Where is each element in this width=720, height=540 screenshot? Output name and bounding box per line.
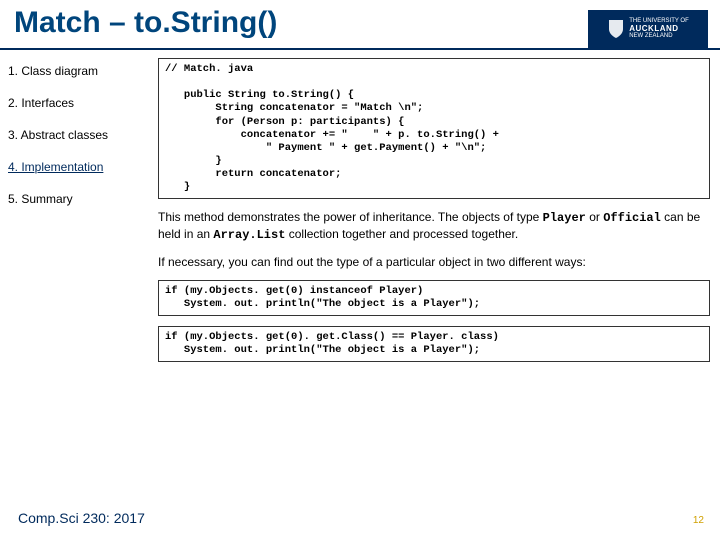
- code-block-1: // Match. java public String to.String()…: [158, 58, 710, 199]
- sidebar-item-class-diagram[interactable]: 1. Class diagram: [0, 60, 150, 92]
- sidebar-item-abstract-classes[interactable]: 3. Abstract classes: [0, 124, 150, 156]
- shield-icon: [607, 18, 625, 40]
- logo-line2: AUCKLAND: [629, 25, 689, 34]
- code-block-2: if (my.Objects. get(0) instanceof Player…: [158, 280, 710, 316]
- main-content: // Match. java public String to.String()…: [158, 58, 710, 372]
- sidebar: 1. Class diagram 2. Interfaces 3. Abstra…: [0, 60, 150, 220]
- code-block-3: if (my.Objects. get(0). get.Class() == P…: [158, 326, 710, 362]
- header: Match – to.String() THE UNIVERSITY OF AU…: [0, 0, 720, 52]
- logo-line3: NEW ZEALAND: [629, 33, 689, 40]
- slide-title: Match – to.String(): [14, 6, 277, 40]
- sidebar-item-implementation[interactable]: 4. Implementation: [0, 156, 150, 188]
- sidebar-item-interfaces[interactable]: 2. Interfaces: [0, 92, 150, 124]
- footer-course: Comp.Sci 230: 2017: [18, 510, 145, 526]
- header-divider: [0, 48, 720, 50]
- university-logo: THE UNIVERSITY OF AUCKLAND NEW ZEALAND: [588, 10, 708, 48]
- sidebar-item-summary[interactable]: 5. Summary: [0, 188, 150, 220]
- slide-number: 12: [693, 515, 704, 526]
- paragraph-1: This method demonstrates the power of in…: [158, 209, 710, 243]
- paragraph-2: If necessary, you can find out the type …: [158, 254, 710, 270]
